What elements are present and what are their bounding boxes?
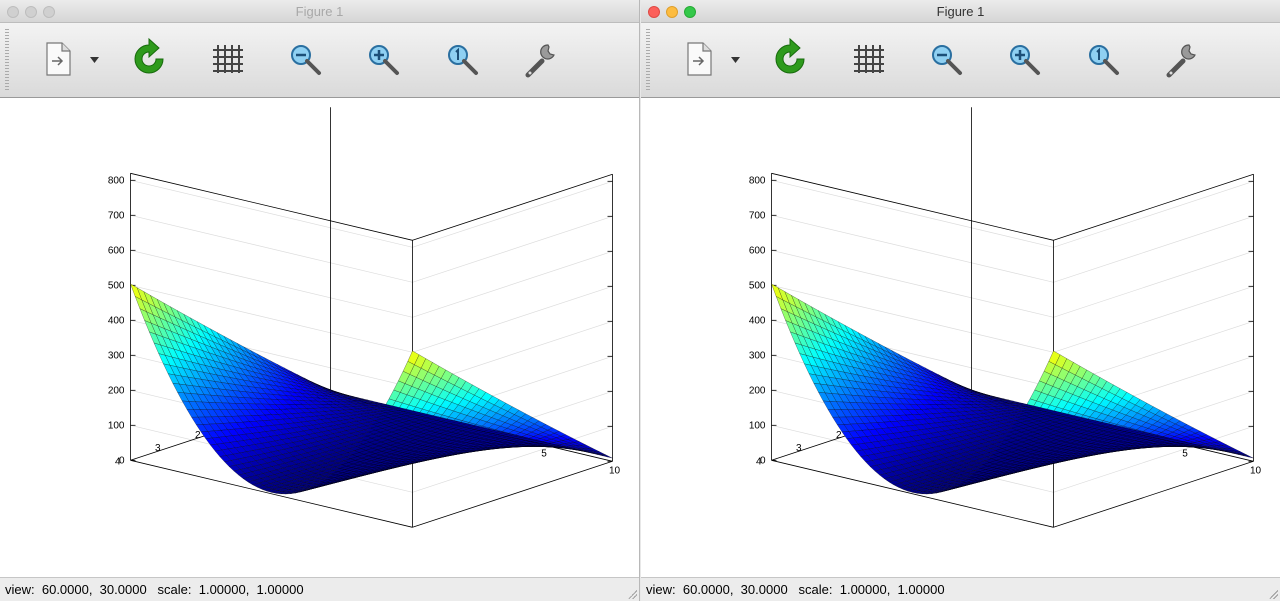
rotate-button[interactable]: [127, 37, 171, 81]
z-tick-label: 600: [749, 245, 766, 256]
rotate-icon: [775, 37, 805, 74]
axis-edge: [1053, 173, 1254, 241]
z-tick-label: 700: [749, 210, 766, 221]
axis-edge: [771, 172, 1054, 241]
surface-patch: [601, 453, 613, 459]
grid-button[interactable]: [846, 37, 890, 81]
zoom-out-button[interactable]: [924, 37, 968, 81]
status-view-value: 60.0000, 30.0000: [682, 582, 788, 597]
grid-icon: [854, 45, 884, 73]
y-tick-label: 2: [195, 430, 201, 441]
window-title: Figure 1: [295, 4, 344, 19]
axis-edge: [1053, 460, 1254, 528]
export-menu-button[interactable]: [76, 37, 116, 81]
x-tick-label: 10: [1250, 465, 1262, 476]
x-tick-label: 5: [1182, 449, 1188, 460]
zoom-in-icon: [1010, 45, 1040, 75]
status-scale-value: 1.00000, 1.00000: [839, 582, 945, 597]
rotate-button[interactable]: [768, 37, 812, 81]
export-icon: [46, 42, 71, 76]
grid-button[interactable]: [205, 37, 249, 81]
surface-mesh: [771, 283, 1254, 495]
properties-button[interactable]: [518, 37, 562, 81]
zoom-in-icon: [369, 45, 399, 75]
zoom-out-icon: [932, 45, 962, 75]
z-tick-label: 300: [749, 350, 766, 361]
axis-edge: [130, 172, 413, 241]
y-tick-label: 4: [756, 456, 762, 467]
grid-line: [130, 214, 613, 283]
grid-line: [771, 214, 1254, 283]
grid-line: [771, 249, 1254, 318]
zoom-in-button[interactable]: [1002, 37, 1046, 81]
axis-edge: [412, 173, 613, 241]
rotate-icon: [134, 37, 164, 74]
x-tick-label: 5: [541, 449, 547, 460]
resize-handle[interactable]: [627, 589, 637, 599]
status-scale-value: 1.00000, 1.00000: [198, 582, 304, 597]
surface-plot[interactable]: 0100200300400500600700800-101234-10-5051…: [0, 98, 639, 577]
z-tick-label: 800: [108, 175, 125, 186]
z-tick-label: 100: [749, 420, 766, 431]
zoom-out-button[interactable]: [283, 37, 327, 81]
export-menu-icon: [731, 57, 740, 63]
zoom-reset-button[interactable]: [1081, 37, 1125, 81]
z-tick-label: 500: [749, 280, 766, 291]
surface-plot[interactable]: 0100200300400500600700800-101234-10-5051…: [641, 98, 1280, 577]
window-title: Figure 1: [936, 4, 985, 19]
grid-line: [130, 249, 613, 318]
surface-mesh: [130, 283, 613, 495]
y-tick-label: 3: [155, 443, 161, 454]
status-bar: view: 60.0000, 30.0000 scale: 1.00000, 1…: [641, 577, 1280, 601]
z-tick-label: 100: [108, 420, 125, 431]
toolbar-grip[interactable]: [5, 29, 9, 91]
z-tick-label: 400: [749, 315, 766, 326]
status-scale-label: scale:: [157, 582, 192, 597]
export-button[interactable]: [36, 37, 80, 81]
y-tick-label: 4: [115, 456, 121, 467]
z-tick-label: 400: [108, 315, 125, 326]
status-view-value: 60.0000, 30.0000: [41, 582, 147, 597]
z-tick-label: 300: [108, 350, 125, 361]
toolbar: [641, 23, 1280, 98]
figure-window-right: Figure 1 0100200300400500600700800-10123…: [641, 0, 1280, 601]
zoom-reset-button[interactable]: [440, 37, 484, 81]
zoom-in-button[interactable]: [361, 37, 405, 81]
axis-edge: [412, 460, 613, 528]
surface-patch: [1242, 453, 1254, 459]
y-tick-label: 3: [796, 443, 802, 454]
plot-canvas[interactable]: 0100200300400500600700800-101234-10-5051…: [0, 98, 639, 577]
figure-window-left: Figure 1 0100200300400500600700800-10123…: [0, 0, 640, 601]
wrench-icon: [1166, 44, 1196, 78]
y-tick-label: 2: [836, 430, 842, 441]
status-view-label: view:: [646, 582, 676, 597]
z-tick-label: 800: [749, 175, 766, 186]
grid-icon: [213, 45, 243, 73]
title-bar[interactable]: Figure 1: [0, 0, 639, 23]
toolbar: [0, 23, 639, 98]
zoom-out-icon: [291, 45, 321, 75]
status-view-label: view:: [5, 582, 35, 597]
z-tick-label: 700: [108, 210, 125, 221]
toolbar-grip[interactable]: [646, 29, 650, 91]
z-tick-label: 500: [108, 280, 125, 291]
export-menu-icon: [90, 57, 99, 63]
zoom-reset-icon: [448, 45, 478, 75]
z-tick-label: 600: [108, 245, 125, 256]
resize-handle[interactable]: [1268, 589, 1278, 599]
x-tick-label: 10: [609, 465, 621, 476]
status-bar: view: 60.0000, 30.0000 scale: 1.00000, 1…: [0, 577, 639, 601]
export-menu-button[interactable]: [717, 37, 757, 81]
wrench-icon: [525, 44, 555, 78]
z-tick-label: 200: [749, 385, 766, 396]
title-bar[interactable]: Figure 1: [641, 0, 1280, 23]
z-tick-label: 200: [108, 385, 125, 396]
plot-canvas[interactable]: 0100200300400500600700800-101234-10-5051…: [641, 98, 1280, 577]
status-scale-label: scale:: [798, 582, 833, 597]
zoom-reset-icon: [1089, 45, 1119, 75]
export-button[interactable]: [677, 37, 721, 81]
properties-button[interactable]: [1159, 37, 1203, 81]
export-icon: [687, 42, 712, 76]
